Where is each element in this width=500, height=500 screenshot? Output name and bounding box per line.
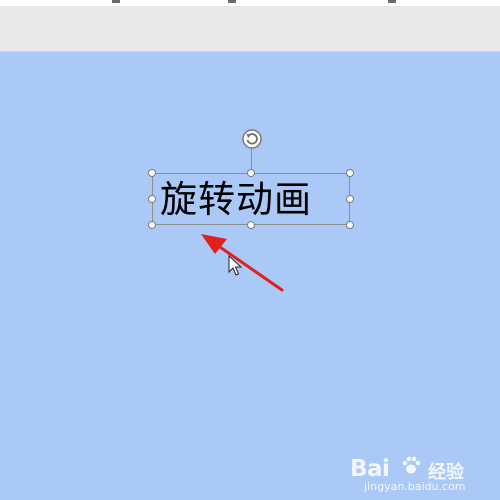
ribbon-area — [0, 6, 500, 52]
resize-handle-bottom-right[interactable] — [346, 221, 354, 229]
resize-handle-bottom-left[interactable] — [148, 221, 156, 229]
toolbar-tick — [112, 0, 120, 3]
watermark-logo-text: Bai — [350, 456, 390, 482]
baidu-jingyan-watermark: Bai 经验 jingyan.baidu.com — [350, 454, 490, 494]
mouse-pointer-icon — [228, 255, 242, 276]
resize-handle-top-left[interactable] — [148, 169, 156, 177]
watermark-url: jingyan.baidu.com — [364, 480, 466, 493]
toolbar-tick — [388, 0, 396, 3]
text-box-content[interactable]: 旋转动画 — [160, 177, 312, 223]
baidu-paw-icon — [402, 456, 421, 474]
resize-handle-top-right[interactable] — [346, 169, 354, 177]
rotate-icon[interactable] — [241, 128, 263, 150]
resize-handle-top[interactable] — [247, 169, 255, 177]
resize-handle-left[interactable] — [148, 195, 156, 203]
resize-handle-right[interactable] — [346, 195, 354, 203]
toolbar-tick — [228, 0, 236, 3]
